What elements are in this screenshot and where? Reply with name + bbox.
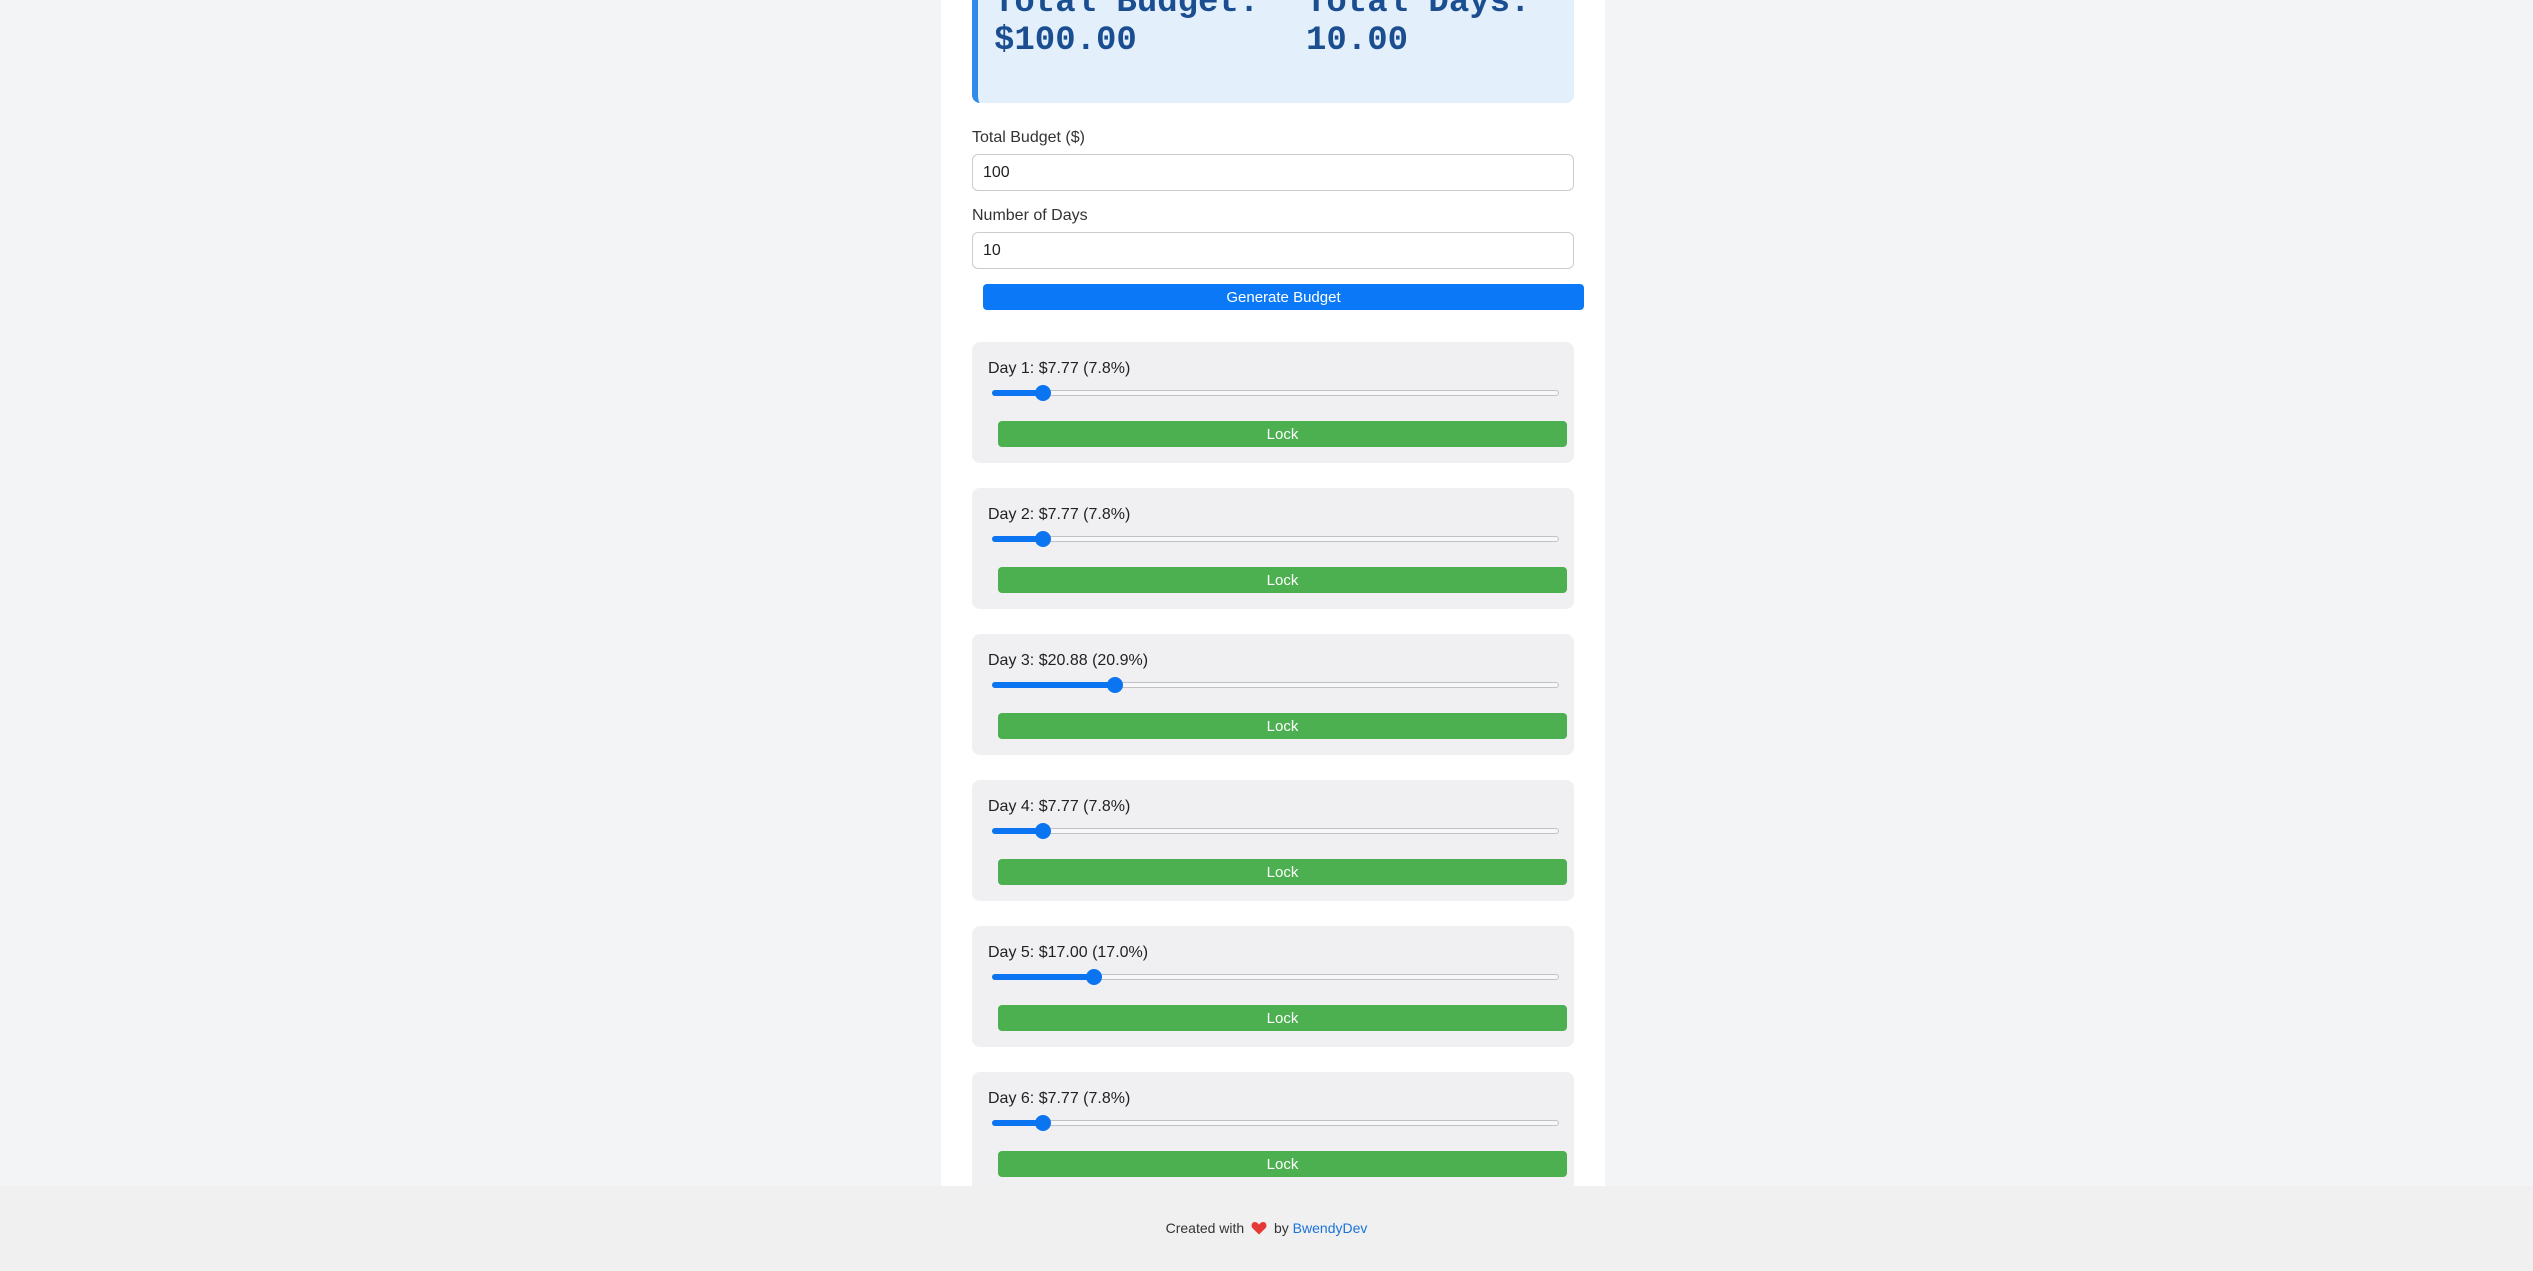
budget-field-label: Total Budget ($) bbox=[972, 129, 1085, 146]
slider-track[interactable] bbox=[992, 536, 1559, 542]
budget-summary: Total Budget: $100.00 Total Days: 10.00 bbox=[972, 0, 1574, 103]
lock-button[interactable]: Lock bbox=[998, 1005, 1567, 1031]
slider-track[interactable] bbox=[992, 390, 1559, 396]
day-label: Day 1: $7.77 (7.8%) bbox=[988, 360, 1131, 377]
total-days-value: 10.00 bbox=[1306, 22, 1409, 60]
slider-thumb[interactable] bbox=[1034, 531, 1051, 547]
slider-thumb[interactable] bbox=[1107, 677, 1124, 693]
total-budget-value: $100.00 bbox=[994, 22, 1137, 60]
slider-track[interactable] bbox=[992, 1120, 1559, 1126]
days-field-label: Number of Days bbox=[972, 207, 1088, 224]
slider-fill bbox=[992, 974, 1094, 980]
day-card: Day 4: $7.77 (7.8%) Lock bbox=[972, 780, 1574, 901]
day-allocation-slider[interactable] bbox=[992, 385, 1559, 401]
total-budget-stat: Total Budget: $100.00 bbox=[994, 0, 1259, 60]
day-allocation-slider[interactable] bbox=[992, 823, 1559, 839]
slider-fill bbox=[992, 682, 1116, 688]
total-days-label: Total Days: bbox=[1306, 0, 1531, 22]
heart-icon bbox=[1251, 1222, 1267, 1235]
lock-button[interactable]: Lock bbox=[998, 1151, 1567, 1177]
day-label: Day 4: $7.77 (7.8%) bbox=[988, 798, 1131, 815]
day-allocation-slider[interactable] bbox=[992, 677, 1559, 693]
day-card: Day 3: $20.88 (20.9%) Lock bbox=[972, 634, 1574, 755]
day-allocation-slider[interactable] bbox=[992, 1115, 1559, 1131]
lock-button[interactable]: Lock bbox=[998, 859, 1567, 885]
day-card: Day 1: $7.77 (7.8%) Lock bbox=[972, 342, 1574, 463]
slider-thumb[interactable] bbox=[1085, 969, 1102, 985]
days-input[interactable] bbox=[972, 232, 1574, 269]
day-card: Day 2: $7.77 (7.8%) Lock bbox=[972, 488, 1574, 609]
day-label: Day 3: $20.88 (20.9%) bbox=[988, 652, 1149, 669]
lock-button[interactable]: Lock bbox=[998, 421, 1567, 447]
total-budget-label: Total Budget: bbox=[994, 0, 1260, 22]
day-allocation-slider[interactable] bbox=[992, 531, 1559, 547]
slider-track[interactable] bbox=[992, 828, 1559, 834]
budget-app: Total Budget: $100.00 Total Days: 10.00 … bbox=[941, 0, 1605, 1186]
created-with-text: Created with bbox=[1165, 1220, 1245, 1236]
budget-input[interactable] bbox=[972, 154, 1574, 191]
slider-thumb[interactable] bbox=[1034, 385, 1051, 401]
author-link[interactable]: BwendyDev bbox=[1293, 1220, 1368, 1236]
footer-credit: Created with by BwendyDev bbox=[0, 1220, 2533, 1236]
day-label: Day 2: $7.77 (7.8%) bbox=[988, 506, 1131, 523]
slider-thumb[interactable] bbox=[1034, 1115, 1051, 1131]
by-text: by bbox=[1273, 1220, 1289, 1236]
generate-budget-button[interactable]: Generate Budget bbox=[983, 284, 1584, 310]
day-label: Day 5: $17.00 (17.0%) bbox=[988, 944, 1149, 961]
day-label: Day 6: $7.77 (7.8%) bbox=[988, 1090, 1131, 1107]
day-card: Day 6: $7.77 (7.8%) Lock bbox=[972, 1072, 1574, 1186]
day-allocation-slider[interactable] bbox=[992, 969, 1559, 985]
lock-button[interactable]: Lock bbox=[998, 713, 1567, 739]
footer: Created with by BwendyDev bbox=[0, 1186, 2533, 1271]
day-card: Day 5: $17.00 (17.0%) Lock bbox=[972, 926, 1574, 1047]
total-days-stat: Total Days: 10.00 bbox=[1306, 0, 1530, 60]
lock-button[interactable]: Lock bbox=[998, 567, 1567, 593]
slider-thumb[interactable] bbox=[1034, 823, 1051, 839]
